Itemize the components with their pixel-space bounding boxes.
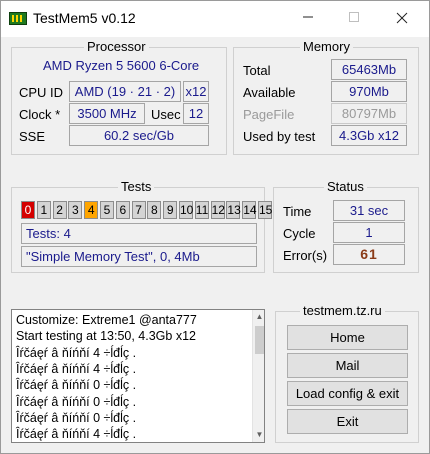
total-label: Total <box>243 63 271 78</box>
cpu-id-field: AMD (19 · 21 · 2) <box>69 81 181 102</box>
home-button[interactable]: Home <box>287 325 408 350</box>
test-cell-13: 13 <box>226 201 241 219</box>
cpu-id-label: CPU ID <box>19 85 64 100</box>
tests-legend: Tests <box>118 179 155 194</box>
time-field: 31 sec <box>333 200 405 221</box>
test-cell-7: 7 <box>131 201 146 219</box>
scroll-down-icon[interactable]: ▼ <box>253 428 264 442</box>
available-label: Available <box>243 85 296 100</box>
maximize-button <box>331 1 377 33</box>
pagefile-field: 80797Mb <box>331 103 407 124</box>
log-line: Îŕčáęŕ â ňíńňí 4 ÷ĺđĺç . <box>16 427 137 442</box>
close-button[interactable] <box>379 1 425 33</box>
cpu-name: AMD Ryzen 5 5600 6-Core <box>43 58 200 73</box>
time-label: Time <box>283 204 312 219</box>
status-legend: Status <box>324 179 367 194</box>
clock-label: Clock * <box>19 107 61 122</box>
test-cell-0: 0 <box>21 201 35 219</box>
test-cell-5: 5 <box>100 201 114 219</box>
test-cell-10: 10 <box>179 201 194 219</box>
test-description-field: "Simple Memory Test", 0, 4Mb <box>21 246 257 267</box>
test-cell-11: 11 <box>194 201 209 219</box>
exit-button[interactable]: Exit <box>287 409 408 434</box>
test-cell-8: 8 <box>147 201 162 219</box>
test-cell-2: 2 <box>52 201 67 219</box>
log-scrollbar[interactable]: ▲ ▼ <box>252 310 264 442</box>
window-title: TestMem5 v0.12 <box>33 10 136 26</box>
test-cell-6: 6 <box>115 201 130 219</box>
log-line: Îŕčáęŕ â ňíńňí 4 ÷ĺđĺç . <box>16 345 137 360</box>
usec-field: 12 <box>183 103 209 124</box>
test-cell-14: 14 <box>242 201 257 219</box>
test-cell-12: 12 <box>210 201 225 219</box>
log-line: Start testing at 13:50, 4.3Gb x12 <box>16 329 196 344</box>
used-by-test-field: 4.3Gb x12 <box>331 125 407 146</box>
cpu-threads-field: x12 <box>183 81 209 102</box>
log-line: Îŕčáęŕ â ňíńňí 0 ÷ĺđĺç . <box>16 410 137 425</box>
available-field: 970Mb <box>331 81 407 102</box>
sse-label: SSE <box>19 129 46 144</box>
clock-field: 3500 MHz <box>69 103 145 124</box>
pagefile-label: PageFile <box>243 107 295 122</box>
scroll-thumb[interactable] <box>255 326 264 354</box>
errors-label: Error(s) <box>283 248 328 263</box>
load-config-exit-button[interactable]: Load config & exit <box>287 381 408 406</box>
mail-button[interactable]: Mail <box>287 353 408 378</box>
log-line: Îŕčáęŕ â ňíńňí 0 ÷ĺđĺç . <box>16 378 137 393</box>
test-cell-3: 3 <box>68 201 83 219</box>
memory-legend: Memory <box>300 39 353 54</box>
scroll-up-icon[interactable]: ▲ <box>253 310 264 324</box>
app-window: TestMem5 v0.12 Processor AMD Ryzen 5 560… <box>0 0 430 454</box>
minimize-icon <box>303 16 313 18</box>
log-line: Îŕčáęŕ â ňíńňí 0 ÷ĺđĺç . <box>16 394 137 409</box>
test-cell-1: 1 <box>36 201 51 219</box>
minimize-button[interactable] <box>285 1 331 33</box>
links-legend: testmem.tz.ru <box>300 303 385 318</box>
log-line: Customize: Extreme1 @anta777 <box>16 313 197 327</box>
title-bar[interactable]: TestMem5 v0.12 <box>1 1 429 37</box>
usec-label: Usec <box>151 107 181 122</box>
cycle-field: 1 <box>333 222 405 243</box>
memory-chip-icon <box>9 12 27 25</box>
close-icon <box>396 12 408 23</box>
errors-field: 61 <box>333 244 405 265</box>
cycle-label: Cycle <box>283 226 316 241</box>
maximize-icon <box>349 12 359 23</box>
test-cell-15: 15 <box>258 201 273 219</box>
test-cell-9: 9 <box>163 201 178 219</box>
total-field: 65463Mb <box>331 59 407 80</box>
log-output[interactable]: Customize: Extreme1 @anta777 Start testin… <box>11 309 265 443</box>
used-by-test-label: Used by test <box>243 129 316 144</box>
current-test-field: Tests: 4 <box>21 223 257 244</box>
sse-field: 60.2 sec/Gb <box>69 125 209 146</box>
processor-legend: Processor <box>84 39 149 54</box>
log-line: Îŕčáęŕ â ňíńňí 4 ÷ĺđĺç . <box>16 361 137 376</box>
test-cell-4: 4 <box>84 201 99 219</box>
